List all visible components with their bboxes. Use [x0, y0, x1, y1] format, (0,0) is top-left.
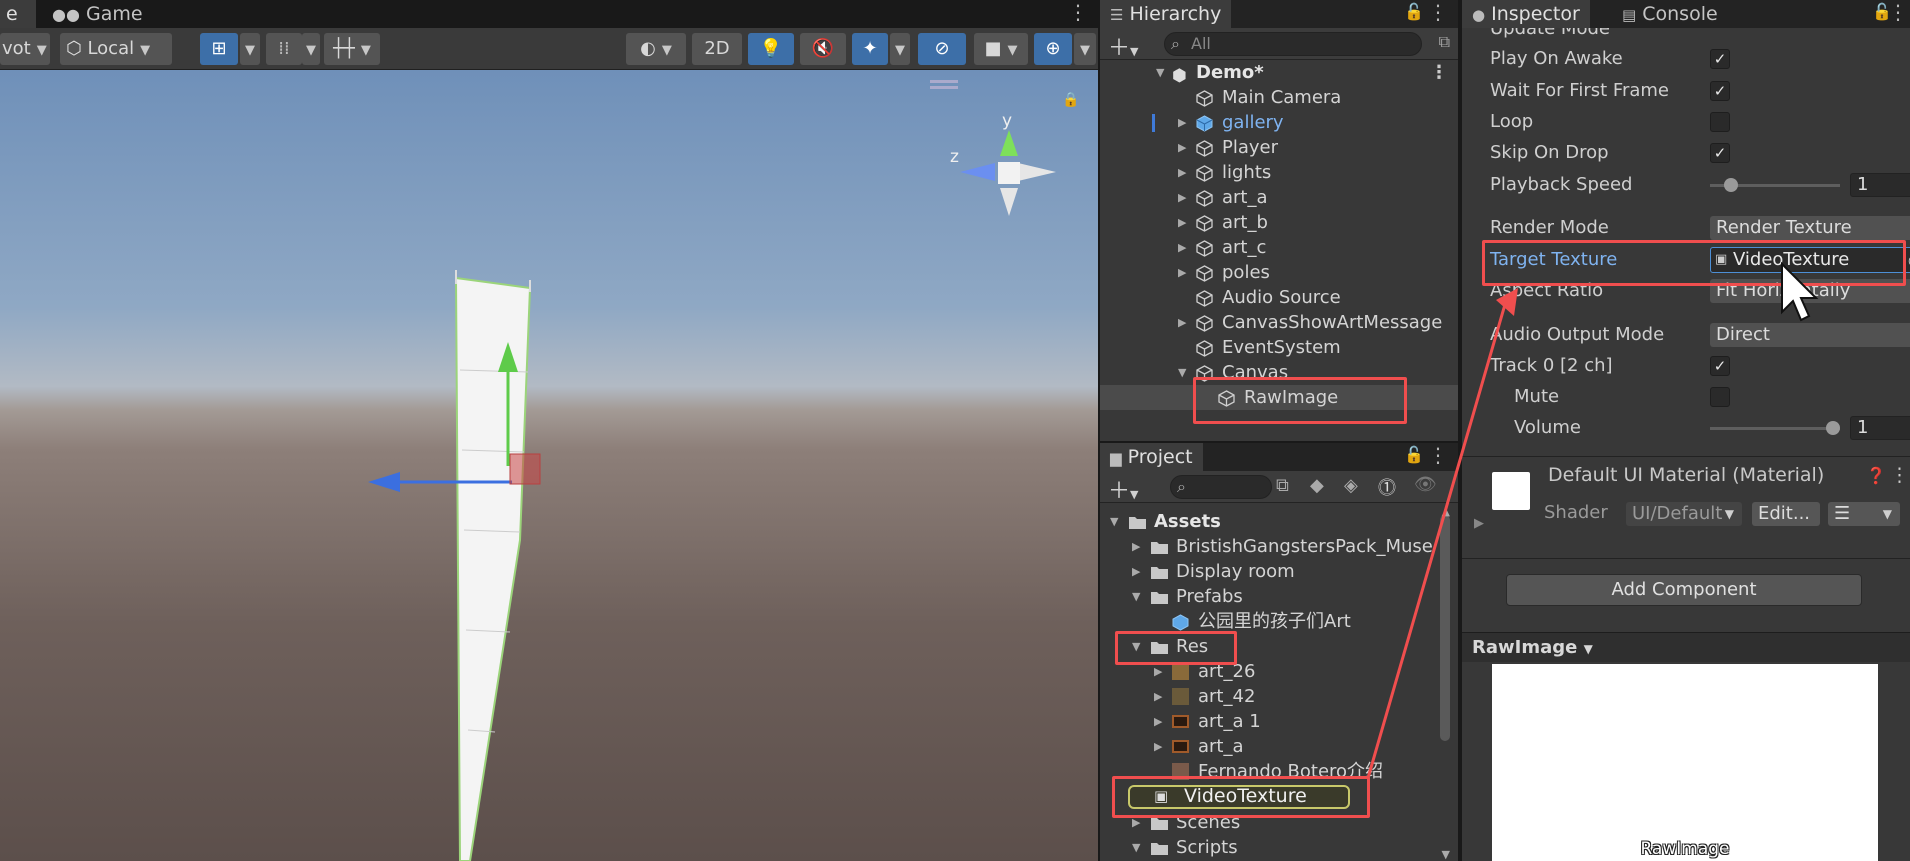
mouse-cursor-icon	[1781, 262, 1819, 322]
annotation-arrow	[1366, 288, 1518, 779]
arrow-head-icon	[1496, 288, 1518, 316]
